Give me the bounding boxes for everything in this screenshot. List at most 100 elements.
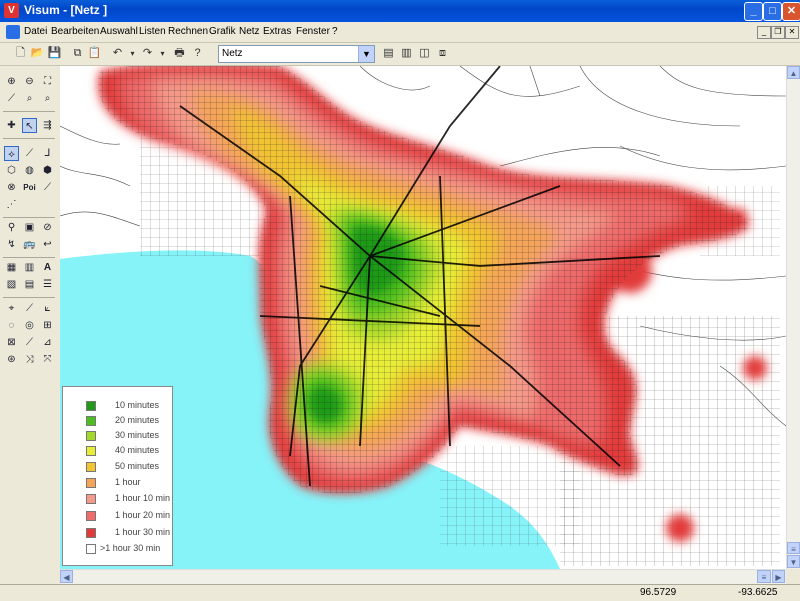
connector-icon[interactable]: ⊗ xyxy=(4,180,19,195)
menu-netz[interactable]: Netz xyxy=(239,26,260,37)
legend-label: 1 hour 30 min xyxy=(115,527,171,537)
spatial-select-icon[interactable]: ⇶ xyxy=(40,118,55,133)
select-pointer-icon[interactable]: ↖ xyxy=(22,118,37,133)
save-icon[interactable]: 💾 xyxy=(47,46,62,61)
screenline-icon[interactable]: ⟋ xyxy=(40,180,55,195)
line-route-icon[interactable]: ↯ xyxy=(4,237,19,252)
menu-extras[interactable]: Extras xyxy=(263,26,291,37)
legend-item: 10 minutes xyxy=(75,399,171,413)
node-edit-icon[interactable]: ⟡ xyxy=(4,146,19,161)
zoom-in-icon[interactable]: ⊕ xyxy=(4,74,19,89)
horizontal-scrollbar[interactable]: ◀ ≡ ▶ xyxy=(60,569,786,584)
list-icon[interactable]: ☰ xyxy=(40,277,55,292)
table-icon[interactable]: ▤ xyxy=(22,277,37,292)
poi-icon[interactable]: Poi xyxy=(22,180,37,195)
measure-icon[interactable]: ⟋ xyxy=(4,91,19,106)
legend-swatch xyxy=(86,431,96,441)
count-location-icon[interactable]: ⋰ xyxy=(4,197,19,212)
scroll-left-icon[interactable]: ◀ xyxy=(60,570,73,583)
turn-volume-icon[interactable]: ◎ xyxy=(22,318,37,333)
maximize-button[interactable]: □ xyxy=(763,2,782,21)
scroll-up-icon[interactable]: ▲ xyxy=(787,66,800,79)
shortest-path-icon[interactable]: ⟋ xyxy=(22,301,37,316)
stop-icon[interactable]: ⊘ xyxy=(40,220,55,235)
mdi-restore-button[interactable]: ❐ xyxy=(771,26,785,39)
pan-icon[interactable]: ✚ xyxy=(4,118,19,133)
scroll-right-icon[interactable]: ▶ xyxy=(772,570,785,583)
scroll-down-icon[interactable]: ▼ xyxy=(787,555,800,568)
document-icon[interactable] xyxy=(6,25,20,39)
menu-auswahl[interactable]: Auswahl xyxy=(100,26,138,37)
redo-icon[interactable]: ↷ xyxy=(140,46,155,61)
scroll-thumb-horizontal[interactable]: ≡ xyxy=(757,570,771,583)
zoom-extent-icon[interactable]: ⛶ xyxy=(40,74,55,89)
flow-bundle-icon[interactable]: ⟀ xyxy=(40,301,55,316)
node-flow-icon[interactable]: ◌ xyxy=(4,318,19,333)
legend-label: 1 hour 20 min xyxy=(115,510,171,520)
main-zone-icon[interactable]: ◍ xyxy=(22,163,37,178)
menu-grafik[interactable]: Grafik xyxy=(209,26,236,37)
minimize-button[interactable]: _ xyxy=(744,2,763,21)
undo-dropdown-icon[interactable]: ▾ xyxy=(125,46,140,61)
window-tile-vertical-icon[interactable]: ◫ xyxy=(417,46,432,61)
close-button[interactable]: ✕ xyxy=(782,2,800,21)
stop-area-icon[interactable]: ▣ xyxy=(22,220,37,235)
transfer-icon[interactable]: ⊛ xyxy=(4,352,19,367)
background-icon[interactable]: ▦ xyxy=(4,260,19,275)
new-file-icon[interactable]: 🗋 xyxy=(13,46,28,61)
territory-icon[interactable]: ⬢ xyxy=(40,163,55,178)
filter-icon[interactable]: ⊿ xyxy=(40,335,55,350)
menu-bearbeiten[interactable]: Bearbeiten xyxy=(51,26,99,37)
merge-icon[interactable]: ⤧ xyxy=(40,352,55,367)
legend-label: 1 hour 10 min xyxy=(115,493,171,503)
mdi-close-button[interactable]: ✕ xyxy=(785,26,799,39)
chevron-down-icon[interactable]: ▼ xyxy=(358,46,374,62)
palette-divider xyxy=(3,257,55,258)
turn-edit-icon[interactable]: ⅃ xyxy=(40,146,55,161)
palette-divider xyxy=(3,217,55,218)
menu-help[interactable]: ? xyxy=(332,26,338,37)
menu-fenster[interactable]: Fenster xyxy=(296,26,330,37)
text-icon[interactable]: A xyxy=(40,260,55,275)
help-pointer-icon[interactable]: ? xyxy=(190,46,205,61)
window-cascade-icon[interactable]: ▤ xyxy=(381,46,396,61)
network-select[interactable]: Netz ▼ xyxy=(218,45,375,63)
attribute-icon[interactable]: ⊠ xyxy=(4,335,19,350)
legend-icon[interactable]: ▥ xyxy=(22,260,37,275)
menu-datei[interactable]: Datei xyxy=(24,26,47,37)
copy-icon[interactable]: ⧉ xyxy=(70,46,85,61)
menu-listen[interactable]: Listen xyxy=(139,26,166,37)
legend-label: >1 hour 30 min xyxy=(100,543,161,553)
toolbar: 🗋 📂 💾 ⧉ 📋 ↶ ▾ ↷ ▾ 🖶 ? Netz ▼ ▤ ▥ ◫ ⧈ xyxy=(0,43,800,66)
stop-point-icon[interactable]: ⚲ xyxy=(4,220,19,235)
paste-icon[interactable]: 📋 xyxy=(87,46,102,61)
isochrone-icon[interactable]: ⌖ xyxy=(4,301,19,316)
mdi-minimize-button[interactable]: _ xyxy=(757,26,771,39)
vertical-scrollbar[interactable]: ▲ ≡ ▼ xyxy=(786,66,800,569)
zone-icon[interactable]: ⬡ xyxy=(4,163,19,178)
direction-icon[interactable]: ⟋ xyxy=(22,335,37,350)
matrix-icon[interactable]: ⊞ xyxy=(40,318,55,333)
route-course-icon[interactable]: ↩ xyxy=(40,237,55,252)
zoom-previous-icon[interactable]: ⌕ xyxy=(22,91,37,106)
open-folder-icon[interactable]: 📂 xyxy=(30,46,45,61)
link-edit-icon[interactable]: ⟋ xyxy=(22,146,37,161)
bus-icon[interactable]: 🚌 xyxy=(22,237,37,252)
app-icon: V xyxy=(4,3,19,18)
scroll-thumb-vertical[interactable]: ≡ xyxy=(787,542,800,554)
window-tile-horizontal-icon[interactable]: ▥ xyxy=(399,46,414,61)
legend-label: 10 minutes xyxy=(115,400,160,410)
zoom-window-icon[interactable]: ⌕ xyxy=(40,91,55,106)
zoom-out-icon[interactable]: ⊖ xyxy=(22,74,37,89)
chart-icon[interactable]: ▧ xyxy=(4,277,19,292)
split-icon[interactable]: ⤨ xyxy=(22,352,37,367)
redo-dropdown-icon[interactable]: ▾ xyxy=(155,46,170,61)
window-title: Visum - [Netz ] xyxy=(24,3,108,17)
undo-icon[interactable]: ↶ xyxy=(110,46,125,61)
window-arrange-icon[interactable]: ⧈ xyxy=(435,46,450,61)
legend-swatch xyxy=(86,544,96,554)
menu-rechnen[interactable]: Rechnen xyxy=(168,26,208,37)
print-icon[interactable]: 🖶 xyxy=(172,46,187,61)
palette-divider xyxy=(3,138,55,139)
legend-item: 20 minutes xyxy=(75,414,171,428)
